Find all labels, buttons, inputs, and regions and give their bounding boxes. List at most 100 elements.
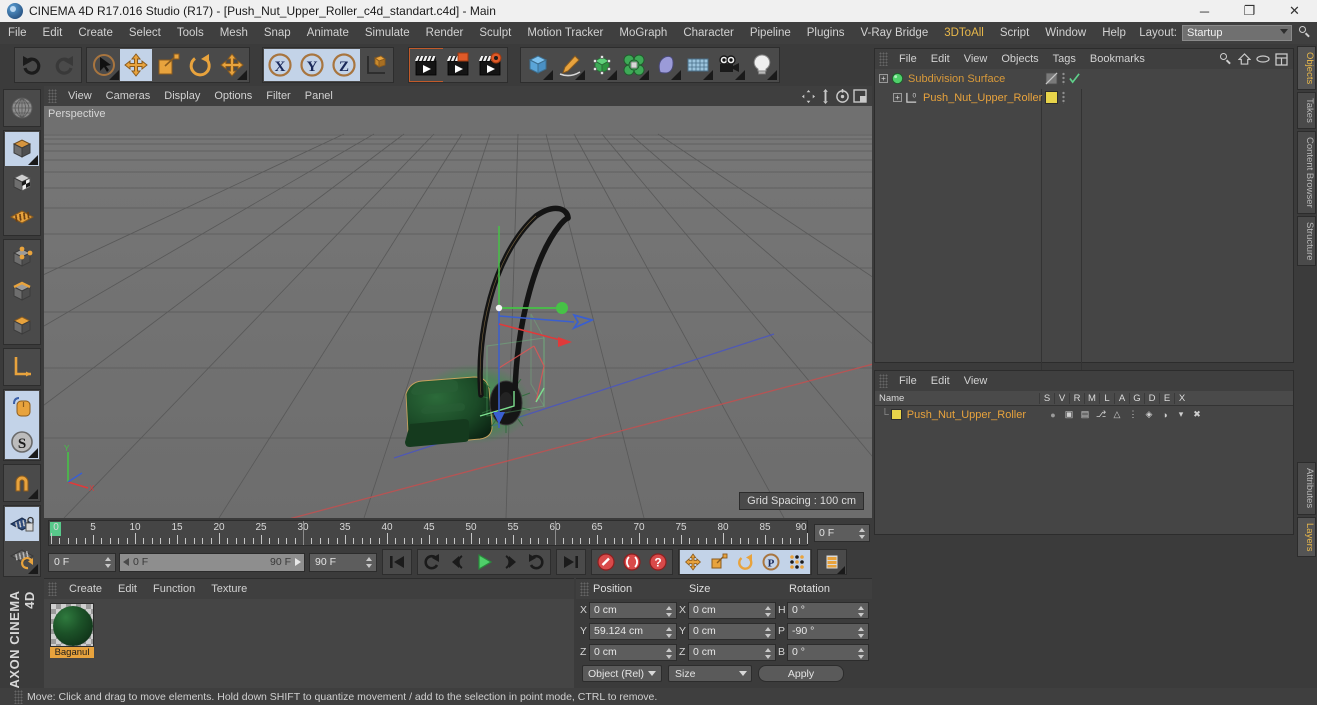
object-menu-file[interactable]: File [892,49,924,69]
coordinate-field-y-1[interactable]: 0 cm [688,622,776,640]
undo-button[interactable] [16,49,48,81]
spinner-icon[interactable] [858,605,865,617]
go-to-end-button[interactable] [558,550,584,574]
step-forward-button[interactable] [497,550,523,574]
object-row-1[interactable]: +0 Push_Nut_Upper_Roller [875,88,1293,107]
viewport-menu-panel[interactable]: Panel [298,86,340,106]
object-expander-0[interactable]: + [879,74,888,83]
timeline-range-slider[interactable]: 0 F 90 F [119,552,305,572]
layer-header-s[interactable]: S [1039,392,1054,404]
coordinate-field-x-0[interactable]: 0 cm [589,601,677,619]
step-back-button[interactable] [445,550,471,574]
menu-item-character[interactable]: Character [675,22,742,44]
search-icon[interactable] [1299,26,1313,40]
vertical-tab-takes[interactable]: Takes [1297,92,1316,130]
uv-mesh-tool[interactable] [5,200,39,234]
menu-item-motion-tracker[interactable]: Motion Tracker [519,22,611,44]
layer-menu-file[interactable]: File [892,371,924,391]
range-left-arrow-icon[interactable] [123,558,129,566]
material-item[interactable]: Baganul [50,603,96,658]
vertical-tab-attributes[interactable]: Attributes [1297,462,1316,515]
menu-item-3dtoall[interactable]: 3DToAll [936,22,992,44]
add-nurbs-button[interactable] [586,49,618,81]
home-icon[interactable] [1238,53,1251,65]
maximize-view-icon[interactable] [853,89,867,103]
layer-header-m[interactable]: M [1084,392,1099,404]
viewport-globe-tool[interactable] [5,91,39,125]
layer-cell-deform-icon[interactable]: ◑ [1159,409,1171,421]
texture-mode-tool[interactable] [5,166,39,200]
lock-workplane-tool[interactable] [5,507,39,541]
panel-grip-icon[interactable] [14,689,23,704]
menu-item-file[interactable]: File [0,22,35,44]
lock-x-axis[interactable]: X [264,49,296,81]
layer-cell-expression-icon[interactable]: ▾ [1175,409,1187,421]
menu-item-window[interactable]: Window [1037,22,1094,44]
spinner-icon[interactable] [765,605,772,617]
add-cube-button[interactable] [522,49,554,81]
coordinate-mode-dropdown[interactable]: Object (Rel) [582,665,662,682]
add-scene-button[interactable] [682,49,714,81]
object-menu-bookmarks[interactable]: Bookmarks [1083,49,1152,69]
object-menu-objects[interactable]: Objects [994,49,1045,69]
range-right-arrow-icon[interactable] [295,558,301,566]
spinner-icon[interactable] [105,556,112,568]
autokeying-button[interactable] [619,550,645,574]
redo-button[interactable] [48,49,80,81]
menu-item-pipeline[interactable]: Pipeline [742,22,799,44]
vertical-tab-content-browser[interactable]: Content Browser [1297,131,1316,214]
scale-tool[interactable] [152,49,184,81]
timeline-frame-field[interactable]: 0 F [814,524,870,542]
lock-z-axis[interactable]: Z [328,49,360,81]
coordinate-field-y-1[interactable]: 59.124 cm [589,622,677,640]
object-menu-tags[interactable]: Tags [1046,49,1083,69]
enable-mouse-tool[interactable] [5,391,39,425]
layer-header-l[interactable]: L [1099,392,1114,404]
spinner-icon[interactable] [765,626,772,638]
spinner-icon[interactable] [858,626,865,638]
layer-header-r[interactable]: R [1069,392,1084,404]
menu-item-script[interactable]: Script [992,22,1037,44]
coordinate-field-z-2[interactable]: 0 cm [589,643,677,661]
add-light-button[interactable] [746,49,778,81]
layer-rows[interactable]: └ Push_Nut_Upper_Roller ● ▣ ▤ ⎇ △ ⋮ ◈ ◑ ▾ ✖ [875,406,1293,534]
viewport-menu-display[interactable]: Display [157,86,207,106]
record-position-button[interactable] [680,550,706,574]
timeline-view-button[interactable] [819,550,845,574]
orbit-icon[interactable] [835,88,850,104]
hidden-tag-icon[interactable] [1045,72,1058,85]
object-expander-1[interactable]: + [893,93,902,102]
layer-header-v[interactable]: V [1054,392,1069,404]
spinner-icon[interactable] [858,647,865,659]
layout-dropdown[interactable]: Startup [1182,25,1292,41]
play-backwards-loop-button[interactable] [419,550,445,574]
layer-menu-edit[interactable]: Edit [924,371,957,391]
coordinate-field-z-2[interactable]: 0 cm [688,643,776,661]
material-menu-texture[interactable]: Texture [203,579,255,599]
vertical-tab-structure[interactable]: Structure [1297,215,1316,267]
material-list[interactable]: Baganul [44,599,574,689]
lock-y-axis[interactable]: Y [296,49,328,81]
spinner-icon[interactable] [859,528,866,539]
size-mode-dropdown[interactable]: Size [668,665,752,682]
add-spline-button[interactable] [554,49,586,81]
layer-row-0[interactable]: └ Push_Nut_Upper_Roller ● ▣ ▤ ⎇ △ ⋮ ◈ ◑ ▾ ✖ [875,406,1293,423]
viewport-menu-cameras[interactable]: Cameras [99,86,158,106]
layer-menu-view[interactable]: View [957,371,995,391]
play-forwards-loop-button[interactable] [523,550,549,574]
menu-item-plugins[interactable]: Plugins [799,22,853,44]
menu-item-mograph[interactable]: MoGraph [611,22,675,44]
keyframe-dots-button[interactable] [784,550,810,574]
object-tree[interactable]: + Subdivision Surface +0 Push_Nut_Upper_Rol… [875,69,1293,382]
rotate-tool[interactable] [184,49,216,81]
panel-grip-icon[interactable] [48,89,57,103]
menu-item-mesh[interactable]: Mesh [212,22,256,44]
coordinate-field-x-0[interactable]: 0 cm [688,601,776,619]
add-camera-button[interactable] [714,49,746,81]
layer-header-x[interactable]: X [1174,392,1189,404]
record-rotation-button[interactable] [732,550,758,574]
record-keyframe-button[interactable] [593,550,619,574]
layer-cell-dot[interactable]: ● [1047,409,1059,421]
model-mode-tool[interactable] [5,132,39,166]
coordinate-field-p-1[interactable]: -90 ° [787,622,869,640]
